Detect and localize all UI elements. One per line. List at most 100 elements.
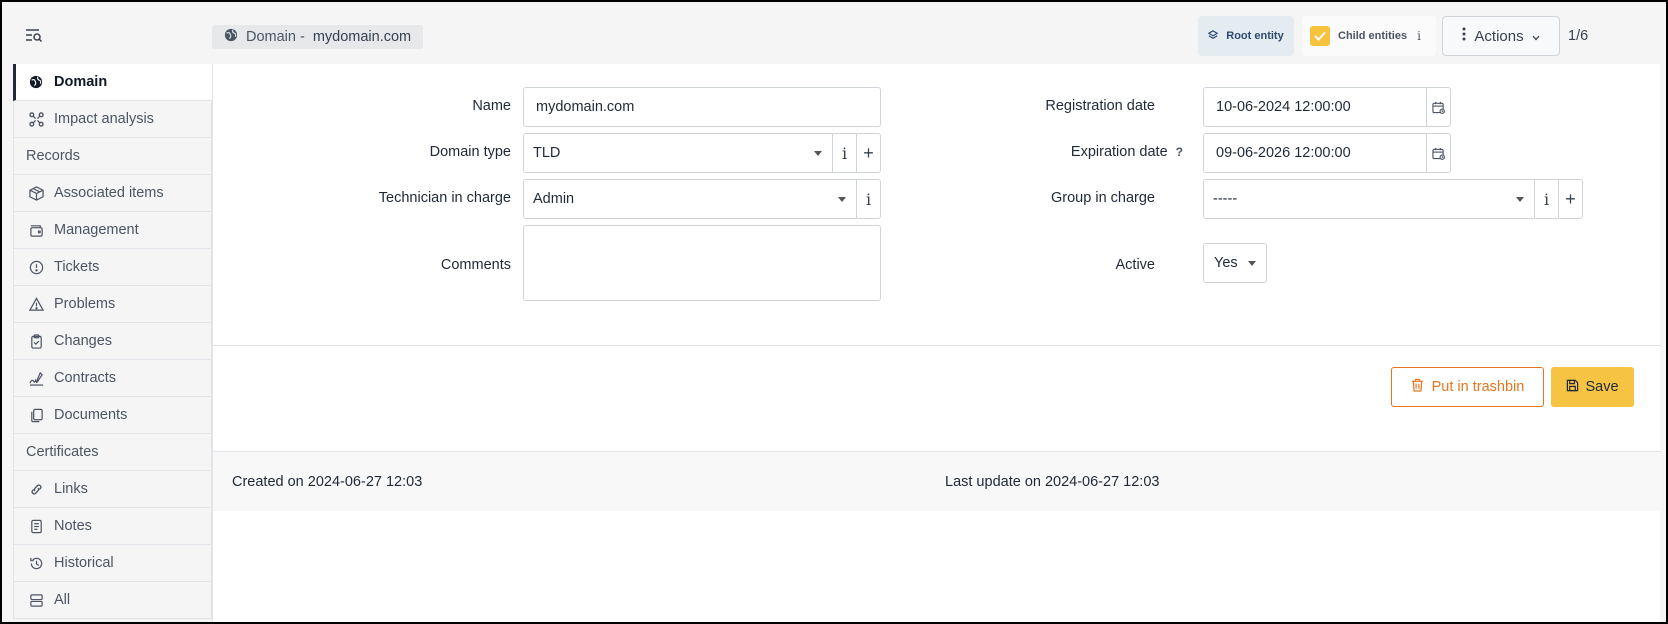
active-label: Active	[1115, 257, 1156, 273]
calendar-icon[interactable]	[1426, 134, 1450, 172]
caret-down-icon	[814, 150, 822, 156]
group-label: Group in charge	[1051, 190, 1155, 206]
pager[interactable]: 1/6	[1568, 28, 1588, 44]
sidebar-item-notes[interactable]: Notes	[13, 508, 212, 545]
sidebar-item-historical[interactable]: Historical	[13, 545, 212, 582]
actions-button[interactable]: Actions	[1442, 16, 1560, 56]
root-entity-button[interactable]: Root entity	[1198, 16, 1294, 56]
sidebar-item-label: Notes	[54, 518, 92, 534]
sidebar-item-label: Records	[26, 148, 80, 164]
sidebar-item-problems[interactable]: Problems	[13, 286, 212, 323]
alert-triangle-icon	[28, 296, 44, 312]
sidebar-item-changes[interactable]: Changes	[13, 323, 212, 360]
registration-date-input[interactable]: 10-06-2024 12:00:00	[1203, 87, 1451, 127]
graph-icon	[28, 111, 44, 127]
expiration-date-value: 09-06-2026 12:00:00	[1216, 145, 1351, 161]
plus-icon[interactable]: +	[1558, 180, 1582, 218]
domain-type-label: Domain type	[429, 144, 511, 160]
actions-label: Actions	[1474, 27, 1524, 45]
sidebar-item-tickets[interactable]: Tickets	[13, 249, 212, 286]
sidebar-item-documents[interactable]: Documents	[13, 397, 212, 434]
plus-icon[interactable]: +	[856, 134, 880, 172]
sidebar-item-management[interactable]: Management	[13, 212, 212, 249]
child-entities-checkbox[interactable]	[1310, 26, 1330, 46]
sidebar-item-label: All	[54, 592, 71, 608]
sidebar-item-records[interactable]: Records	[13, 138, 212, 175]
signature-icon	[28, 370, 44, 386]
technician-select[interactable]: Admin i	[523, 179, 881, 219]
sidebar-item-label: Contracts	[54, 370, 117, 386]
link-icon	[28, 481, 44, 497]
alert-circle-icon	[28, 259, 44, 275]
globe-icon	[224, 28, 238, 46]
chevron-down-icon	[1532, 28, 1540, 45]
sidebar-item-certificates[interactable]: Certificates	[13, 434, 212, 471]
caret-down-icon	[838, 196, 846, 202]
sidebar: Domain Impact analysis Records Associate…	[13, 64, 212, 622]
caret-down-icon	[1248, 260, 1256, 266]
sidebar-item-label: Tickets	[54, 259, 100, 275]
list-icon	[28, 592, 44, 608]
comments-textarea[interactable]	[523, 225, 881, 301]
sidebar-item-contracts[interactable]: Contracts	[13, 360, 212, 397]
save-label: Save	[1585, 379, 1619, 395]
breadcrumb-prefix: Domain -	[246, 29, 305, 45]
package-icon	[28, 185, 44, 201]
save-icon	[1566, 379, 1579, 396]
sidebar-item-all[interactable]: All	[13, 582, 212, 619]
name-label: Name	[472, 98, 511, 114]
breadcrumb[interactable]: Domain - mydomain.com	[212, 25, 424, 49]
main-panel: Name mydomain.com Domain type TLD i + Te…	[212, 64, 1661, 622]
info-icon[interactable]: i	[832, 134, 856, 172]
toggle-menu-icon[interactable]	[24, 26, 44, 44]
sidebar-item-label: Certificates	[26, 444, 99, 460]
sidebar-item-label: Historical	[54, 555, 114, 571]
sidebar-item-label: Impact analysis	[54, 111, 154, 127]
sidebar-item-impact-analysis[interactable]: Impact analysis	[13, 101, 212, 138]
layers-icon	[1207, 29, 1219, 43]
registration-date-label: Registration date	[1045, 98, 1155, 114]
save-button[interactable]: Save	[1551, 367, 1634, 407]
put-in-trashbin-label: Put in trashbin	[1431, 379, 1525, 395]
put-in-trashbin-button[interactable]: Put in trashbin	[1391, 367, 1544, 407]
sidebar-item-links[interactable]: Links	[13, 471, 212, 508]
more-vertical-icon	[1462, 27, 1466, 45]
caret-down-icon	[1516, 196, 1524, 202]
globe-icon	[28, 74, 44, 90]
info-icon[interactable]: i	[1534, 180, 1558, 218]
expiration-date-label-wrap: Expiration date?	[973, 144, 1183, 160]
domain-type-select[interactable]: TLD i +	[523, 133, 881, 173]
clipboard-check-icon	[28, 333, 44, 349]
sidebar-item-label: Associated items	[54, 185, 164, 201]
wallet-icon	[28, 222, 44, 238]
help-icon[interactable]: ?	[1176, 145, 1183, 159]
top-bar: Domain - mydomain.com Root entity Child …	[2, 2, 1666, 62]
group-select[interactable]: ----- i +	[1203, 179, 1583, 219]
sidebar-item-label: Links	[54, 481, 88, 497]
sidebar-item-label: Problems	[54, 296, 116, 312]
expiration-date-label: Expiration date	[1070, 144, 1168, 160]
registration-date-value: 10-06-2024 12:00:00	[1216, 99, 1351, 115]
domain-type-value: TLD	[533, 145, 561, 161]
child-entities-label: Child entities	[1338, 30, 1408, 42]
sidebar-item-associated-items[interactable]: Associated items	[13, 175, 212, 212]
sidebar-item-label: Management	[54, 222, 139, 238]
calendar-icon[interactable]	[1426, 88, 1450, 126]
technician-value: Admin	[533, 191, 575, 207]
sidebar-item-label: Documents	[54, 407, 128, 423]
active-value: Yes	[1214, 255, 1238, 271]
info-icon[interactable]: i	[1417, 29, 1421, 43]
files-icon	[28, 407, 44, 423]
history-icon	[28, 555, 44, 571]
breadcrumb-title: mydomain.com	[312, 29, 412, 45]
root-entity-label: Root entity	[1226, 30, 1284, 42]
window-frame: Domain - mydomain.com Root entity Child …	[0, 0, 1668, 624]
info-icon[interactable]: i	[856, 180, 880, 218]
sidebar-item-domain[interactable]: Domain	[13, 64, 212, 101]
trash-icon	[1411, 378, 1424, 396]
child-entities-toggle[interactable]: Child entities i	[1302, 16, 1436, 56]
expiration-date-input[interactable]: 09-06-2026 12:00:00	[1203, 133, 1451, 173]
active-select[interactable]: Yes	[1203, 243, 1267, 283]
last-update-text: Last update on 2024-06-27 12:03	[945, 474, 1160, 490]
name-input[interactable]: mydomain.com	[523, 87, 881, 127]
